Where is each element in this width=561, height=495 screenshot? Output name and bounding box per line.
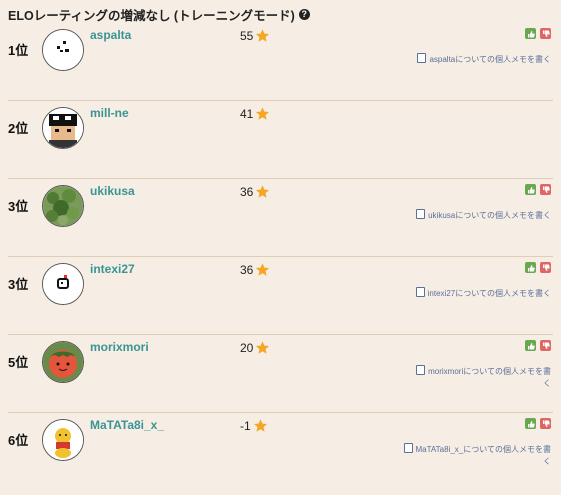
star-icon bbox=[256, 107, 270, 120]
star-icon bbox=[256, 263, 270, 276]
username-link[interactable]: ukikusa bbox=[90, 184, 135, 198]
vote-buttons bbox=[525, 340, 551, 351]
thumbs-up-icon[interactable] bbox=[525, 262, 536, 273]
thumbs-down-icon[interactable] bbox=[540, 28, 551, 39]
ranking-row: 1位 aspalta 55 aspaltaについての個人メモを書く bbox=[0, 23, 561, 101]
ranking-row: 6位 MaTATa8i_x_ -1 MaTATa8i_x_についての個人メモを書… bbox=[0, 413, 561, 491]
vote-buttons bbox=[525, 28, 551, 39]
score: 41 bbox=[240, 106, 270, 121]
score: 36 bbox=[240, 262, 270, 277]
username-link[interactable]: morixmori bbox=[90, 340, 149, 354]
note-icon bbox=[416, 209, 426, 219]
username-link[interactable]: aspalta bbox=[90, 28, 131, 42]
thumbs-down-icon[interactable] bbox=[540, 184, 551, 195]
thumbs-down-icon[interactable] bbox=[540, 418, 551, 429]
memo-link[interactable]: MaTATa8i_x_についての個人メモを書く bbox=[401, 443, 551, 468]
score-value: 20 bbox=[240, 340, 254, 355]
score: -1 bbox=[240, 418, 268, 433]
thumbs-up-icon[interactable] bbox=[525, 418, 536, 429]
page-title: ELOレーティングの増減なし (トレーニングモード) ? bbox=[8, 5, 310, 23]
score-value: -1 bbox=[240, 418, 251, 433]
username-link[interactable]: mill-ne bbox=[90, 106, 129, 120]
avatar[interactable] bbox=[42, 107, 84, 149]
ranking-row: 5位 morixmori 20 morixmoriについての個人メモを書く bbox=[0, 335, 561, 413]
star-icon bbox=[256, 185, 270, 198]
memo-text[interactable]: MaTATa8i_x_についての個人メモを書く bbox=[416, 445, 551, 466]
rank-label: 1位 bbox=[8, 43, 29, 58]
thumbs-up-icon[interactable] bbox=[525, 184, 536, 195]
thumbs-down-icon[interactable] bbox=[540, 340, 551, 351]
star-icon bbox=[256, 29, 270, 42]
vote-buttons bbox=[525, 262, 551, 273]
avatar[interactable] bbox=[42, 185, 84, 227]
note-icon bbox=[415, 287, 425, 297]
score-value: 41 bbox=[240, 106, 254, 121]
avatar[interactable] bbox=[42, 29, 84, 71]
title-text: ELOレーティングの増減なし (トレーニングモード) bbox=[8, 8, 295, 23]
score: 20 bbox=[240, 340, 270, 355]
ranking-row: 3位 ukikusa 36 ukikusaについての個人メモを書く bbox=[0, 179, 561, 257]
note-icon bbox=[416, 365, 426, 375]
score: 55 bbox=[240, 28, 270, 43]
memo-link[interactable]: morixmoriについての個人メモを書く bbox=[411, 365, 551, 390]
username-link[interactable]: MaTATa8i_x_ bbox=[90, 418, 164, 432]
memo-text[interactable]: ukikusaについての個人メモを書く bbox=[428, 211, 551, 220]
score-value: 36 bbox=[240, 262, 254, 277]
vote-buttons bbox=[525, 418, 551, 429]
memo-link[interactable]: ukikusaについての個人メモを書く bbox=[401, 209, 551, 222]
rank-label: 3位 bbox=[8, 199, 29, 214]
rank-label: 5位 bbox=[8, 355, 29, 370]
ranking-row: 2位 mill-ne 41 bbox=[0, 101, 561, 179]
memo-link[interactable]: intexi27についての個人メモを書く bbox=[401, 287, 551, 300]
memo-text[interactable]: morixmoriについての個人メモを書く bbox=[428, 367, 551, 388]
username-link[interactable]: intexi27 bbox=[90, 262, 135, 276]
rank-label: 2位 bbox=[8, 121, 29, 136]
star-icon bbox=[256, 341, 270, 354]
note-icon bbox=[417, 53, 427, 63]
thumbs-up-icon[interactable] bbox=[525, 340, 536, 351]
note-icon bbox=[403, 443, 413, 453]
rank-label: 3位 bbox=[8, 277, 29, 292]
question-circle-icon[interactable]: ? bbox=[298, 8, 310, 20]
memo-link[interactable]: aspaltaについての個人メモを書く bbox=[401, 53, 551, 66]
avatar[interactable] bbox=[42, 341, 84, 383]
thumbs-down-icon[interactable] bbox=[540, 262, 551, 273]
thumbs-up-icon[interactable] bbox=[525, 28, 536, 39]
score-value: 55 bbox=[240, 28, 254, 43]
memo-text[interactable]: intexi27についての個人メモを書く bbox=[428, 289, 551, 298]
ranking-row: 3位 intexi27 36 intexi27についての個人メモを書く bbox=[0, 257, 561, 335]
rank-label: 6位 bbox=[8, 433, 29, 448]
avatar[interactable] bbox=[42, 419, 84, 461]
star-icon bbox=[253, 419, 267, 432]
score: 36 bbox=[240, 184, 270, 199]
memo-text[interactable]: aspaltaについての個人メモを書く bbox=[429, 55, 551, 64]
avatar[interactable] bbox=[42, 263, 84, 305]
score-value: 36 bbox=[240, 184, 254, 199]
vote-buttons bbox=[525, 184, 551, 195]
